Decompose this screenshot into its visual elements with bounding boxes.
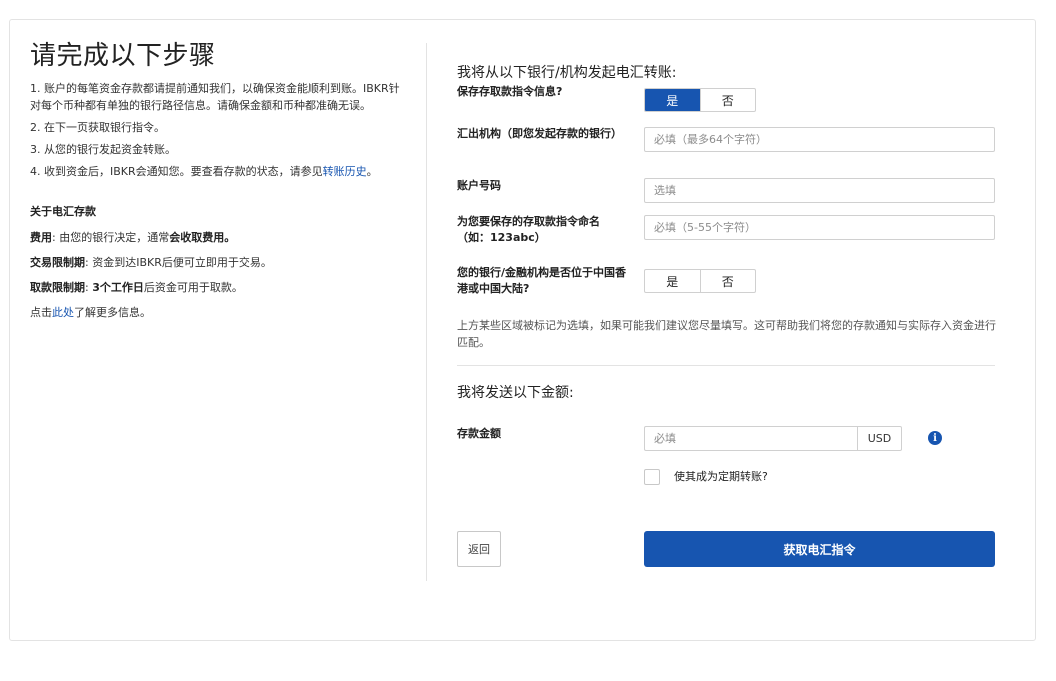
trade-restriction-info: 交易限制期: 资金到达IBKR后便可立即用于交易。	[30, 254, 400, 271]
steps-list: 1. 账户的每笔资金存款都请提前通知我们，以确保资金能顺利到账。IBKR针对每个…	[30, 80, 400, 180]
instructions-panel: 请完成以下步骤 1. 账户的每笔资金存款都请提前通知我们，以确保资金能顺利到账。…	[30, 40, 400, 329]
step-2: 2. 在下一页获取银行指令。	[30, 121, 165, 134]
step-1: 1. 账户的每笔资金存款都请提前通知我们，以确保资金能顺利到账。IBKR针对每个…	[30, 82, 400, 112]
optional-fields-note: 上方某些区域被标记为选填，如果可能我们建议您尽量填写。这可帮助我们将您的存款通知…	[457, 319, 996, 349]
save-instructions-toggle: 是 否	[644, 88, 756, 112]
section-amount-title: 我将发送以下金额:	[457, 385, 574, 401]
more-suffix: 了解更多信息。	[74, 306, 151, 319]
save-instructions-label: 保存存取款指令信息?	[457, 85, 563, 98]
page-title: 请完成以下步骤	[30, 41, 216, 71]
currency-label: USD	[858, 426, 902, 451]
bank-location-label: 您的银行/金融机构是否位于中国香港或中国大陆?	[457, 266, 627, 295]
more-prefix: 点击	[30, 306, 52, 319]
save-yes-option[interactable]: 是	[645, 89, 700, 111]
instruction-name-label: 为您要保存的存取款指令命名（如：123abc）	[457, 215, 600, 244]
get-wire-instructions-button[interactable]: 获取电汇指令	[644, 531, 995, 567]
deposit-amount-input[interactable]	[644, 426, 858, 451]
fee-label: 费用	[30, 231, 52, 244]
about-wire-section: 关于电汇存款 费用: 由您的银行决定，通常会收取费用。 交易限制期: 资金到达I…	[30, 203, 400, 321]
withdraw-label: 取款限制期	[30, 281, 85, 294]
institution-input[interactable]	[644, 127, 995, 152]
column-divider	[426, 43, 427, 581]
deposit-amount-label: 存款金额	[457, 427, 501, 440]
account-number-label: 账户号码	[457, 179, 501, 192]
save-no-option[interactable]: 否	[699, 89, 756, 111]
bank-location-toggle: 是 否	[644, 269, 756, 293]
step-3: 3. 从您的银行发起资金转账。	[30, 143, 176, 156]
account-number-input[interactable]	[644, 178, 995, 203]
step-4-suffix: 。	[366, 165, 378, 178]
recurring-checkbox[interactable]	[644, 469, 660, 485]
withdraw-bold: 3个工作日	[92, 281, 144, 294]
institution-label: 汇出机构（即您发起存款的银行）	[457, 127, 622, 140]
location-yes-option[interactable]: 是	[645, 270, 700, 292]
trade-label: 交易限制期	[30, 256, 85, 269]
fee-info: 费用: 由您的银行决定，通常会收取费用。	[30, 229, 400, 246]
step-4: 4. 收到资金后，IBKR会通知您。要查看存款的状态，请参见转账历史。	[30, 163, 400, 180]
more-info-link[interactable]: 此处	[52, 306, 74, 319]
transfer-history-link[interactable]: 转账历史	[323, 165, 367, 178]
section-bank-title: 我将从以下银行/机构发起电汇转账:	[457, 65, 677, 81]
recurring-label: 使其成为定期转账?	[674, 470, 768, 483]
step-4-text: 4. 收到资金后，IBKR会通知您。要查看存款的状态，请参见	[30, 165, 323, 178]
about-title: 关于电汇存款	[30, 205, 96, 218]
info-icon[interactable]: i	[928, 431, 942, 445]
fee-text: : 由您的银行决定，通常	[52, 231, 170, 244]
withdraw-text: 后资金可用于取款。	[143, 281, 243, 294]
fee-bold: 会收取费用。	[169, 231, 236, 244]
more-info: 点击此处了解更多信息。	[30, 304, 400, 321]
back-button[interactable]: 返回	[457, 531, 501, 567]
trade-text: : 资金到达IBKR后便可立即用于交易。	[85, 256, 272, 269]
section-divider	[457, 365, 995, 366]
withdraw-restriction-info: 取款限制期: 3个工作日后资金可用于取款。	[30, 279, 400, 296]
location-no-option[interactable]: 否	[699, 270, 756, 292]
instruction-name-input[interactable]	[644, 215, 995, 240]
